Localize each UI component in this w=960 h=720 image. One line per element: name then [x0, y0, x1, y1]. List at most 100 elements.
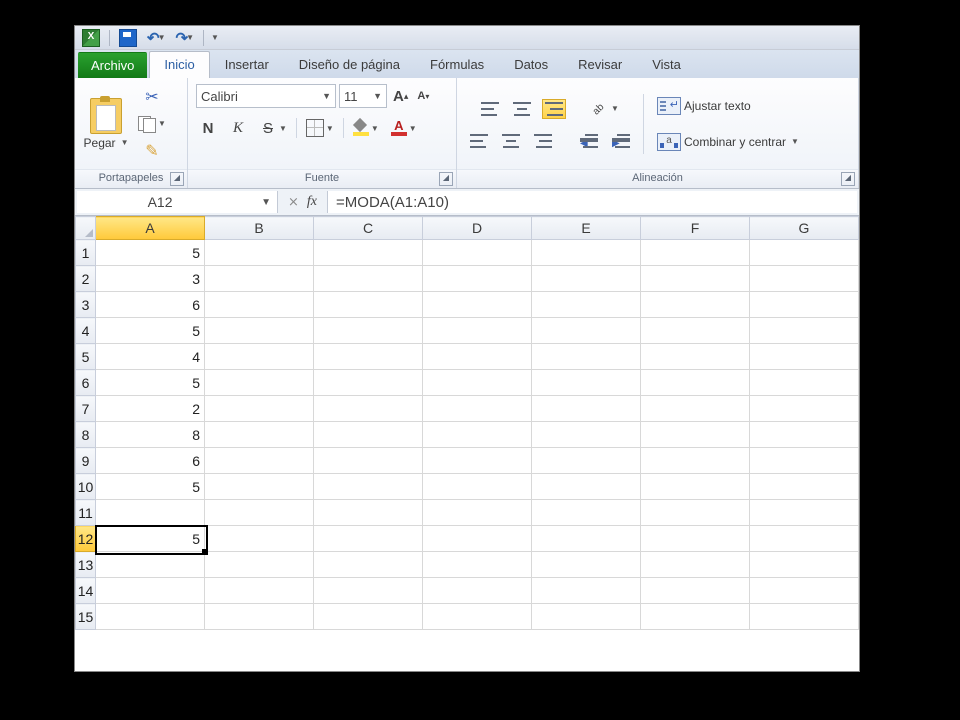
column-header[interactable]: G	[750, 217, 859, 240]
cell[interactable]	[423, 422, 532, 448]
cell[interactable]	[205, 500, 314, 526]
cell[interactable]	[750, 318, 859, 344]
row-header[interactable]: 3	[76, 292, 96, 318]
merge-center-button[interactable]: Combinar y centrar ▼	[654, 130, 802, 154]
cell[interactable]	[750, 266, 859, 292]
cell[interactable]	[314, 526, 423, 552]
cell[interactable]	[205, 552, 314, 578]
cell[interactable]	[750, 526, 859, 552]
cell[interactable]	[750, 422, 859, 448]
cell[interactable]	[532, 266, 641, 292]
row-header[interactable]: 15	[76, 604, 96, 630]
cell[interactable]	[641, 526, 750, 552]
formula-input[interactable]: =MODA(A1:A10)	[327, 191, 857, 213]
cell[interactable]	[532, 552, 641, 578]
dialog-launcher[interactable]: ◢	[170, 172, 184, 186]
cell[interactable]	[314, 292, 423, 318]
cell[interactable]	[314, 552, 423, 578]
cell[interactable]	[314, 344, 423, 370]
column-header[interactable]: D	[423, 217, 532, 240]
row-header[interactable]: 8	[76, 422, 96, 448]
row-header[interactable]: 10	[76, 474, 96, 500]
cell[interactable]	[532, 422, 641, 448]
cell[interactable]	[96, 552, 205, 578]
cell[interactable]	[750, 500, 859, 526]
cell[interactable]	[532, 396, 641, 422]
cell[interactable]	[423, 578, 532, 604]
cell[interactable]: 5	[96, 474, 205, 500]
cell[interactable]	[205, 266, 314, 292]
cell[interactable]	[641, 292, 750, 318]
cell[interactable]	[532, 578, 641, 604]
cell[interactable]	[750, 240, 859, 266]
cell[interactable]	[205, 396, 314, 422]
italic-button[interactable]: K	[226, 117, 250, 140]
cell[interactable]	[641, 552, 750, 578]
qat-customize[interactable]: ▼	[210, 30, 222, 45]
font-color-button[interactable]: A▼	[388, 117, 420, 139]
spreadsheet-grid[interactable]: ABCDEFG15233645546572889610511125131415	[75, 216, 859, 630]
cell[interactable]	[532, 240, 641, 266]
row-header[interactable]: 12	[76, 526, 96, 552]
cell[interactable]	[423, 370, 532, 396]
row-header[interactable]: 5	[76, 344, 96, 370]
cell[interactable]	[750, 448, 859, 474]
cell[interactable]	[314, 370, 423, 396]
cell[interactable]	[205, 448, 314, 474]
cell[interactable]	[750, 292, 859, 318]
cell[interactable]: 4	[96, 344, 205, 370]
underline-button[interactable]: S▼	[256, 117, 290, 140]
cell[interactable]	[641, 318, 750, 344]
fill-color-button[interactable]: ▼	[350, 117, 382, 139]
column-header[interactable]: C	[314, 217, 423, 240]
copy-button[interactable]: ▼	[135, 113, 169, 135]
cell[interactable]	[641, 370, 750, 396]
cell[interactable]	[96, 604, 205, 630]
cell[interactable]	[314, 604, 423, 630]
chevron-down-icon[interactable]: ▼	[158, 33, 166, 42]
cell[interactable]	[423, 552, 532, 578]
row-header[interactable]: 9	[76, 448, 96, 474]
cell[interactable]	[641, 396, 750, 422]
cell[interactable]	[641, 500, 750, 526]
cell[interactable]	[532, 474, 641, 500]
fx-button[interactable]: fx	[307, 194, 317, 210]
row-header[interactable]: 1	[76, 240, 96, 266]
tab-review[interactable]: Revisar	[563, 51, 637, 78]
cut-button[interactable]: ✂	[142, 84, 161, 110]
cell[interactable]	[314, 396, 423, 422]
cell[interactable]	[314, 266, 423, 292]
cell[interactable]	[205, 474, 314, 500]
align-top-button[interactable]	[478, 99, 502, 119]
cell[interactable]	[205, 422, 314, 448]
shrink-font-button[interactable]: A▾	[414, 87, 432, 105]
cell[interactable]	[641, 604, 750, 630]
dialog-launcher[interactable]: ◢	[439, 172, 453, 186]
cell[interactable]	[532, 344, 641, 370]
cell[interactable]: 8	[96, 422, 205, 448]
cell[interactable]: 6	[96, 448, 205, 474]
align-center-button[interactable]	[499, 131, 523, 151]
cell[interactable]: 3	[96, 266, 205, 292]
borders-button[interactable]: ▼	[303, 116, 337, 140]
cell[interactable]	[314, 422, 423, 448]
app-icon[interactable]: X	[79, 26, 103, 50]
cell[interactable]	[641, 578, 750, 604]
cell[interactable]: 2	[96, 396, 205, 422]
column-header[interactable]: F	[641, 217, 750, 240]
cell[interactable]	[423, 526, 532, 552]
cell[interactable]	[750, 604, 859, 630]
cell[interactable]	[314, 240, 423, 266]
align-left-button[interactable]	[467, 131, 491, 151]
increase-indent-button[interactable]: ▶	[609, 131, 633, 151]
cell[interactable]	[532, 500, 641, 526]
cell[interactable]	[205, 344, 314, 370]
cell[interactable]	[314, 474, 423, 500]
align-bottom-button[interactable]	[542, 99, 566, 119]
cell[interactable]: 5	[96, 240, 205, 266]
cell[interactable]	[423, 292, 532, 318]
cell[interactable]	[205, 240, 314, 266]
cell[interactable]	[423, 240, 532, 266]
tab-home[interactable]: Inicio	[149, 51, 209, 78]
cell[interactable]	[641, 344, 750, 370]
